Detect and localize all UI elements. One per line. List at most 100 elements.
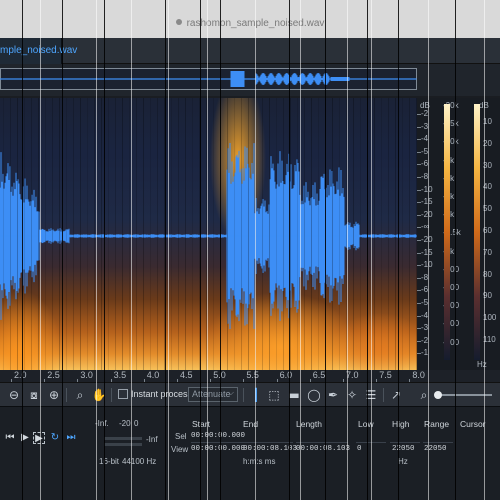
spectrogram-texture-line [269, 98, 270, 370]
bit-depth: 16-bit [99, 457, 120, 466]
time-tick-label: 2.0 [14, 370, 27, 380]
hand-icon[interactable]: ✋ [91, 387, 107, 403]
harmonic-selection-icon[interactable]: ☰ [363, 387, 379, 403]
spectrogram-texture-line [290, 98, 291, 370]
db-tick-label: -8 [421, 172, 429, 181]
spectrogram-texture-line [24, 98, 25, 370]
sel-start-underline [191, 442, 245, 443]
sel-start-field[interactable]: 00:00:00.000 [191, 432, 245, 440]
db-color-tick-label: 20 [483, 138, 492, 148]
view-high-field[interactable]: 22050 [392, 445, 415, 453]
spectrogram-texture-line [66, 98, 67, 370]
bottom-info-panel: ⏮ ▶ ▶ ↻ ⏭ -Inf. -20 0 -Inf 16-bit 44100 … [0, 406, 500, 500]
hz-scale-unit: Hz [477, 360, 487, 369]
spectrogram-texture-line [136, 98, 137, 370]
toolbar-divider [111, 388, 112, 402]
view-start-field[interactable]: 00:00:00.000 [191, 445, 245, 453]
spectrogram-texture-line [325, 98, 326, 370]
zoom-selection-icon[interactable]: ⧇ [26, 387, 42, 403]
db-tick [417, 340, 421, 342]
zoom-slider-handle[interactable] [434, 391, 442, 399]
zoom-in-icon[interactable]: ⊕ [46, 387, 62, 403]
instant-process-mode-select[interactable]: Attenuate ⌵ [188, 387, 238, 402]
play-selection-icon[interactable]: ▶ [33, 432, 45, 444]
skip-to-start-icon[interactable]: ⏮ [4, 432, 16, 444]
spectrogram-texture-line [409, 98, 410, 370]
spectrogram-texture-line [346, 98, 347, 370]
time-tick-label: 7.5 [379, 370, 392, 380]
window-title: rashomon_sample_noised.wav [0, 18, 500, 29]
spectrogram-panel[interactable]: dB -2 -3 -4 -5 -6 -8 -10 -15 -20 -∞ -20 -15 -10 -8 -6 -… [0, 98, 500, 370]
time-tick-label: 3.5 [113, 370, 127, 380]
spectrogram-texture-line [143, 98, 144, 370]
play-icon[interactable]: ▶ [19, 432, 31, 444]
instant-process-checkbox[interactable] [118, 389, 128, 399]
loop-icon[interactable]: ↻ [49, 432, 61, 444]
time-selection-icon[interactable]: ┃ [248, 387, 264, 403]
sel-high-underline [390, 442, 420, 443]
view-low-field[interactable]: 0 [357, 445, 362, 453]
spectrogram-texture-line [297, 98, 298, 370]
level-meter-right [104, 443, 142, 446]
db-tick-label: -5 [421, 146, 429, 156]
spectrogram-texture-line [10, 98, 11, 370]
magnify-icon[interactable]: ⌕ [72, 387, 88, 403]
db-tick [417, 164, 421, 166]
overview-navigator[interactable] [0, 64, 500, 96]
spectrogram-texture-line [171, 98, 172, 370]
spectrogram-texture-line [178, 98, 179, 370]
spectrogram-texture-line [234, 98, 235, 370]
spectrogram-texture-line [101, 98, 102, 370]
spectrogram-texture-line [332, 98, 333, 370]
zoom-slider-icon: ⌕ [420, 388, 428, 402]
db-tick-label: -4 [421, 134, 429, 144]
zoom-out-icon[interactable]: ⊖ [6, 387, 22, 403]
time-tick-label: 6.0 [279, 370, 293, 380]
frequency-selection-icon[interactable]: ▬ [286, 387, 302, 403]
time-tick-label: 3.0 [80, 370, 93, 380]
spectrogram-texture-line [395, 98, 396, 370]
spectrogram-texture-line [255, 98, 256, 370]
db-tick-label: -10 [421, 260, 433, 270]
spectrogram-texture-line [206, 98, 207, 370]
col-low-header: Low [358, 419, 374, 429]
magic-wand-icon[interactable]: ✧ [344, 387, 360, 403]
db-tick-label: -15 [421, 247, 433, 257]
time-frequency-selection-icon[interactable]: ⬚ [266, 387, 282, 403]
db-color-scale: dB Hz 10 20 30 40 50 60 70 80 90 100 110 [477, 98, 499, 370]
spectrogram-texture-line [402, 98, 403, 370]
col-range-header: Range [424, 419, 450, 429]
skip-to-end-icon[interactable]: ⏭ [65, 432, 77, 444]
brush-icon[interactable]: ✒ [325, 387, 341, 403]
db-tick [417, 177, 421, 178]
db-tick [417, 315, 421, 317]
spectrogram-texture-line [3, 98, 4, 370]
time-ruler[interactable]: 2.0 2.5 3.0 3.5 4.0 4.5 5.0 5.5 6.0 6.5 7.0 7.5 8.0 [0, 370, 500, 382]
time-tick-label: 4.5 [180, 370, 193, 380]
toolbar-divider [243, 388, 244, 402]
meter-inf-label: -Inf. [95, 419, 109, 428]
file-tab[interactable]: mple_noised.wav [0, 38, 77, 64]
pencil-curve-icon[interactable]: ↗ [388, 387, 404, 403]
sample-rate: 44100 Hz [122, 457, 157, 466]
view-end-field[interactable]: 00:00:08.103 [243, 445, 297, 453]
spectrogram-texture-line [17, 98, 18, 370]
row-sel-label: Sel [175, 432, 187, 441]
view-length-field[interactable]: 00:00:08.103 [296, 445, 350, 453]
db-tick [417, 252, 421, 254]
time-tick-label: 6.5 [312, 370, 326, 380]
chevron-down-icon: ⌵ [227, 388, 234, 397]
overview-waveform [0, 71, 417, 87]
toolbar-divider [66, 388, 67, 402]
db-tick-label: -8 [421, 272, 429, 282]
view-range-field[interactable]: 22050 [424, 445, 447, 453]
spectrogram-canvas[interactable] [0, 98, 417, 370]
spectrogram-texture-line [318, 98, 319, 370]
zoom-slider[interactable] [437, 394, 492, 396]
spectrogram-texture-line [122, 98, 123, 370]
waveform-overlay [0, 143, 417, 329]
db-tick [417, 290, 421, 292]
col-cursor-header: Cursor [460, 419, 486, 429]
time-tick-label: 8.0 [412, 370, 425, 380]
lasso-icon[interactable]: ◯ [306, 387, 322, 403]
